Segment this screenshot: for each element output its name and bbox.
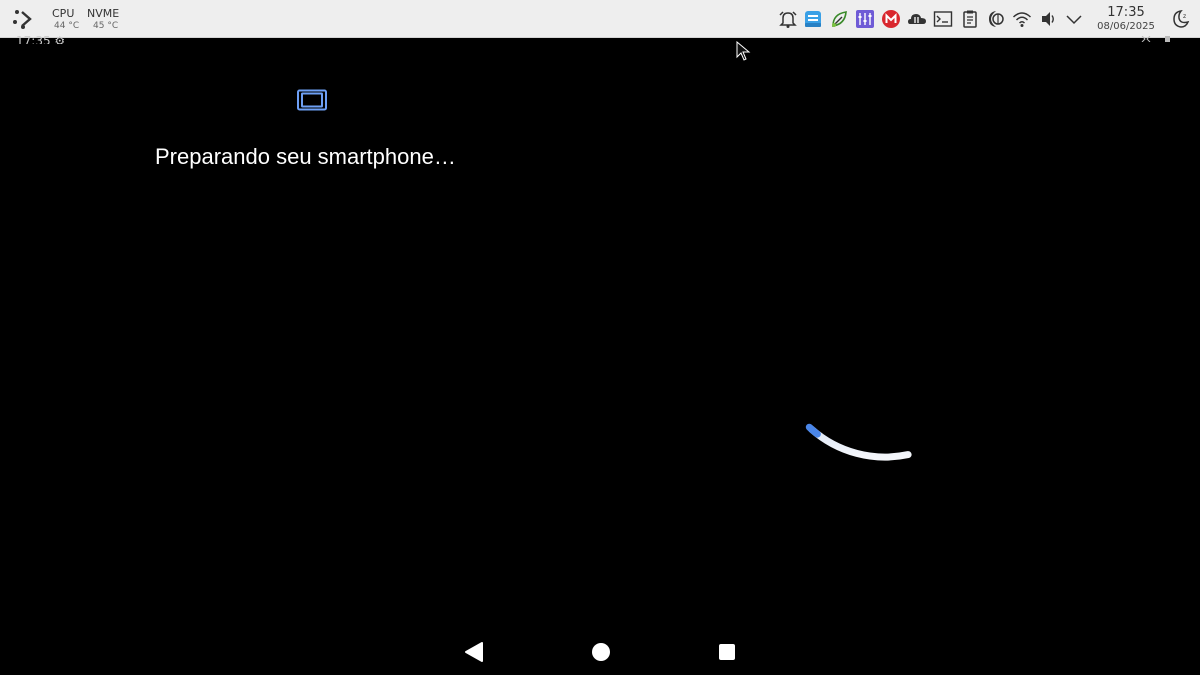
- notes-app-icon[interactable]: [803, 9, 823, 29]
- mouse-cursor-icon: [736, 41, 751, 61]
- panel-clock[interactable]: 17:35 08/06/2025: [1088, 6, 1164, 33]
- sensor-value: 44 °C: [54, 21, 80, 31]
- app-launcher-icon[interactable]: [12, 8, 34, 30]
- spinner-track: [807, 425, 912, 461]
- vpn-leaf-icon[interactable]: [829, 9, 849, 29]
- terminal-icon[interactable]: [933, 9, 953, 29]
- nvme-temperature-sensor[interactable]: NVME 45 °C: [87, 8, 127, 32]
- sensor-label: CPU: [52, 7, 75, 20]
- desktop-top-panel: CPU 44 °C NVME 45 °C 17:35 08/06/2025 z: [0, 0, 1200, 38]
- clock-date: 08/06/2025: [1097, 21, 1155, 32]
- phone-status-time: 17:35: [16, 34, 51, 44]
- mixer-icon[interactable]: [855, 9, 875, 29]
- cloud-sync-icon[interactable]: [907, 9, 927, 29]
- home-button[interactable]: [590, 640, 612, 664]
- night-mode-icon[interactable]: z: [1170, 9, 1190, 29]
- mega-icon[interactable]: [881, 9, 901, 29]
- back-button[interactable]: [463, 640, 485, 664]
- network-manager-icon[interactable]: [986, 9, 1006, 29]
- setup-title: Preparando seu smartphone…: [155, 144, 456, 169]
- cpu-temperature-sensor[interactable]: CPU 44 °C: [52, 8, 92, 32]
- recents-button[interactable]: [716, 640, 738, 664]
- clipboard-icon[interactable]: [960, 9, 980, 29]
- svg-text:z: z: [1183, 13, 1186, 20]
- volume-icon[interactable]: [1039, 9, 1059, 29]
- alarm-icon[interactable]: [778, 9, 798, 29]
- smartphone-screen-icon: [297, 89, 327, 111]
- phone-status-bar: 17:35 ⚙: [16, 34, 65, 44]
- sensor-label: NVME: [87, 7, 120, 20]
- loading-spinner: [805, 423, 912, 461]
- wifi-icon[interactable]: [1012, 9, 1032, 29]
- clock-time: 17:35: [1107, 5, 1145, 20]
- chevron-down-icon[interactable]: [1064, 9, 1084, 29]
- sensor-value: 45 °C: [93, 21, 119, 31]
- gear-icon: ⚙: [54, 34, 66, 44]
- spinner-progress-arc: [805, 423, 821, 438]
- phone-status-icons: [1141, 36, 1170, 42]
